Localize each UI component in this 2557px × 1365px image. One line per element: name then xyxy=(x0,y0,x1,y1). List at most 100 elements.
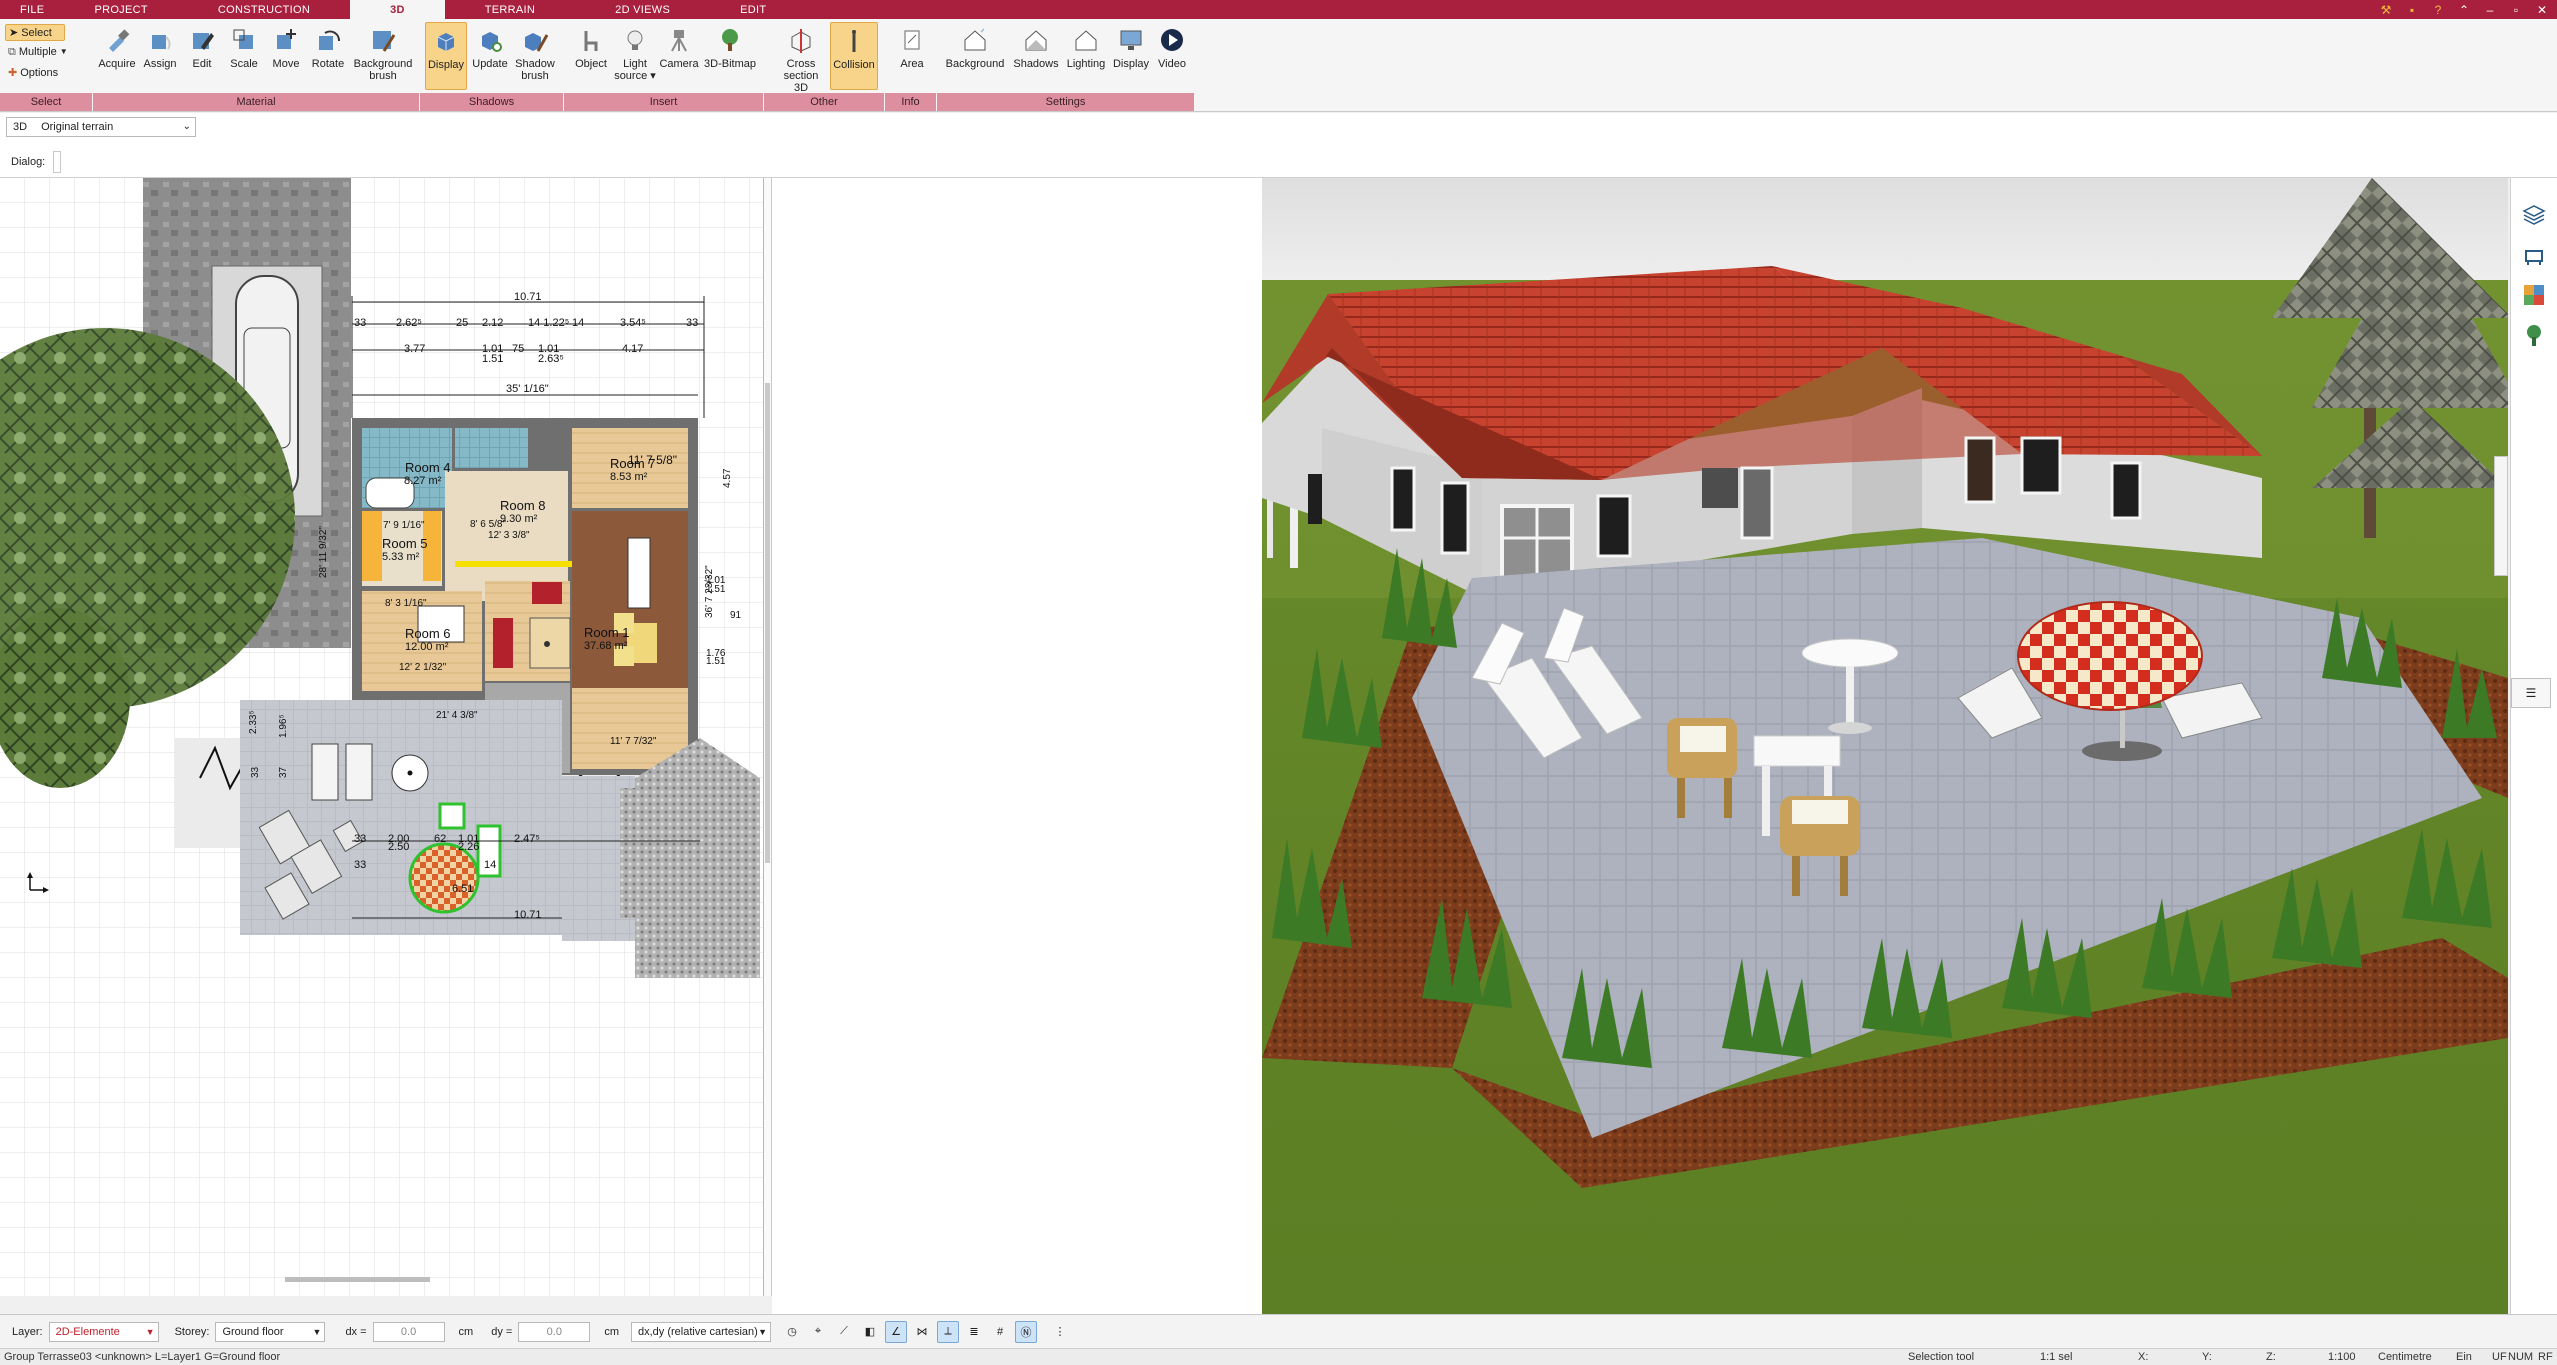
tab-edit[interactable]: EDIT xyxy=(710,0,796,19)
materials-palette-icon[interactable] xyxy=(2521,282,2547,308)
armchair-icon[interactable] xyxy=(2521,242,2547,268)
acquire-button[interactable]: Acquire xyxy=(97,25,137,70)
floor-plan-canvas[interactable]: 10.71 33 2.62⁵ 25 2.12 14 1.22⁵ 14 3.54⁵… xyxy=(0,178,764,1296)
view-mode-label: 3D xyxy=(13,121,28,133)
snap-point-icon[interactable]: ⌖ xyxy=(807,1321,829,1343)
dy-input[interactable]: 0.0 xyxy=(518,1321,591,1342)
dim-label: 37 xyxy=(278,766,289,778)
room-name[interactable]: Room 8 xyxy=(500,498,546,513)
folder-icon[interactable]: ▪ xyxy=(2403,3,2421,17)
lighting-settings-button[interactable]: Lighting xyxy=(1062,25,1110,70)
hamburger-icon[interactable]: ☰ xyxy=(2511,678,2551,708)
maximize-icon[interactable]: ▫ xyxy=(2507,3,2525,17)
tab-project[interactable]: PROJECT xyxy=(64,0,177,19)
layer-select[interactable]: 2D-Elemente ▼ xyxy=(48,1321,159,1342)
minimize-icon[interactable]: – xyxy=(2481,3,2499,17)
plus-icon: ✚ xyxy=(8,67,18,79)
3d-side-handle[interactable] xyxy=(2494,456,2508,576)
move-button[interactable]: Move xyxy=(266,25,306,70)
options-button[interactable]: ✚ Options xyxy=(8,67,58,79)
dialog-field[interactable] xyxy=(53,151,62,173)
dim-label: 33 xyxy=(686,317,698,329)
dim-label: 2.50 xyxy=(388,841,409,853)
dialog-label: Dialog: xyxy=(11,156,46,168)
dim-label: 1.51 xyxy=(706,656,726,667)
room-name[interactable]: Room 6 xyxy=(405,626,451,641)
dim-label: 1.96⁵ xyxy=(278,714,289,738)
shadow-display-button[interactable]: Display xyxy=(425,22,467,90)
group-label-shadows: Shadows xyxy=(420,93,564,111)
terrain-select[interactable]: 3D Original terrain ⌄ xyxy=(6,117,196,137)
3d-view[interactable] xyxy=(1262,178,2508,1314)
paint-bucket-icon xyxy=(145,25,175,55)
snap-text-icon[interactable]: ≣ xyxy=(963,1321,985,1343)
room-name[interactable]: Room 7 xyxy=(610,456,656,471)
dx-unit: cm xyxy=(458,1325,474,1338)
status-unit: Centimetre xyxy=(2378,1351,2432,1363)
floor-plan-view[interactable]: 10.71 33 2.62⁵ 25 2.12 14 1.22⁵ 14 3.54⁵… xyxy=(0,178,764,1296)
clock-icon[interactable]: ◷ xyxy=(781,1321,803,1343)
assign-button[interactable]: Assign xyxy=(140,25,180,70)
light-source-button[interactable]: Light source ▾ xyxy=(613,25,657,82)
tab-3d[interactable]: 3D xyxy=(350,0,445,19)
plants-tree-icon[interactable] xyxy=(2521,322,2547,348)
vertical-scrollbar-thumb[interactable] xyxy=(765,383,770,863)
snap-object-icon[interactable]: ◧ xyxy=(859,1321,881,1343)
shadows-settings-button[interactable]: Shadows xyxy=(1010,25,1062,70)
shadow-update-button[interactable]: Update xyxy=(469,25,511,70)
snap-wall-icon[interactable]: ⋈ xyxy=(911,1321,933,1343)
group-label-other: Other xyxy=(764,93,885,111)
background-brush-button[interactable]: Background brush xyxy=(350,25,416,82)
layers-icon[interactable] xyxy=(2521,202,2547,228)
room-name[interactable]: Room 1 xyxy=(584,625,630,640)
background-settings-button[interactable]: Background xyxy=(942,25,1008,70)
status-tool: Selection tool xyxy=(1908,1351,1975,1363)
dx-input[interactable]: 0.0 xyxy=(372,1321,445,1342)
dim-feet-label: 36' 7 23/32" xyxy=(704,565,715,618)
help-icon[interactable]: ? xyxy=(2429,3,2447,17)
vertical-scrollbar[interactable] xyxy=(764,178,772,1296)
coordinate-mode-select[interactable]: dx,dy (relative cartesian) ▼ xyxy=(631,1321,771,1342)
snap-angle-icon[interactable]: ∠ xyxy=(885,1320,907,1343)
restore-ribbon-icon[interactable]: ⌃ xyxy=(2455,3,2473,17)
tab-terrain[interactable]: TERRAIN xyxy=(445,0,575,19)
room-name[interactable]: Room 5 xyxy=(382,536,428,551)
area-button[interactable]: Area xyxy=(892,25,932,70)
3d-canvas[interactable] xyxy=(1262,178,2508,1314)
north-icon[interactable]: Ⓝ xyxy=(1015,1320,1037,1343)
room-name[interactable]: Room 4 xyxy=(405,460,451,475)
cross-section-3d-button[interactable]: Cross section 3D xyxy=(776,25,826,94)
multiple-button[interactable]: ⧉ Multiple ▼ xyxy=(8,46,68,58)
tab-construction[interactable]: CONSTRUCTION xyxy=(178,0,350,19)
edit-button[interactable]: Edit xyxy=(184,25,220,70)
storey-select[interactable]: Ground floor ▼ xyxy=(215,1321,326,1342)
select-button[interactable]: ➤ Select xyxy=(5,24,65,41)
collision-button[interactable]: Collision xyxy=(830,22,878,90)
dy-label: dy = xyxy=(491,1325,513,1338)
close-icon[interactable]: ✕ xyxy=(2533,3,2551,17)
dim-label: 25 xyxy=(456,317,468,329)
room-area: 8.27 m² xyxy=(404,475,442,487)
tab-2d-views[interactable]: 2D VIEWS xyxy=(575,0,710,19)
snap-orthogonal-icon[interactable]: ⟂ xyxy=(937,1320,959,1343)
grid-icon[interactable]: # xyxy=(989,1321,1011,1343)
chevron-down-icon: ▼ xyxy=(145,1326,155,1337)
scale-button[interactable]: Scale xyxy=(224,25,264,70)
cube-shadow-icon xyxy=(431,26,461,56)
tools-icon[interactable]: ⚒ xyxy=(2377,3,2395,17)
more-options-icon[interactable]: ⋮ xyxy=(1049,1321,1071,1343)
3d-bitmap-button[interactable]: 3D-Bitmap xyxy=(700,25,760,70)
tab-file[interactable]: FILE xyxy=(0,0,64,19)
camera-button[interactable]: Camera xyxy=(657,25,701,70)
rotate-button[interactable]: Rotate xyxy=(308,25,348,70)
video-button[interactable]: Video xyxy=(1152,25,1192,70)
insert-object-button[interactable]: Object xyxy=(571,25,611,70)
monitor-icon xyxy=(1116,25,1146,55)
display-settings-button[interactable]: Display xyxy=(1108,25,1154,70)
horizontal-scrollbar-thumb[interactable] xyxy=(285,1277,430,1282)
dim-label: 14 1.22⁵ xyxy=(528,317,569,329)
snap-line-icon[interactable]: ⟋ xyxy=(833,1321,855,1343)
parasol-symbol[interactable] xyxy=(408,842,480,914)
status-selection-info: Group Terrasse03 <unknown> L=Layer1 G=Gr… xyxy=(4,1351,281,1363)
shadow-brush-button[interactable]: Shadow brush xyxy=(510,25,560,82)
